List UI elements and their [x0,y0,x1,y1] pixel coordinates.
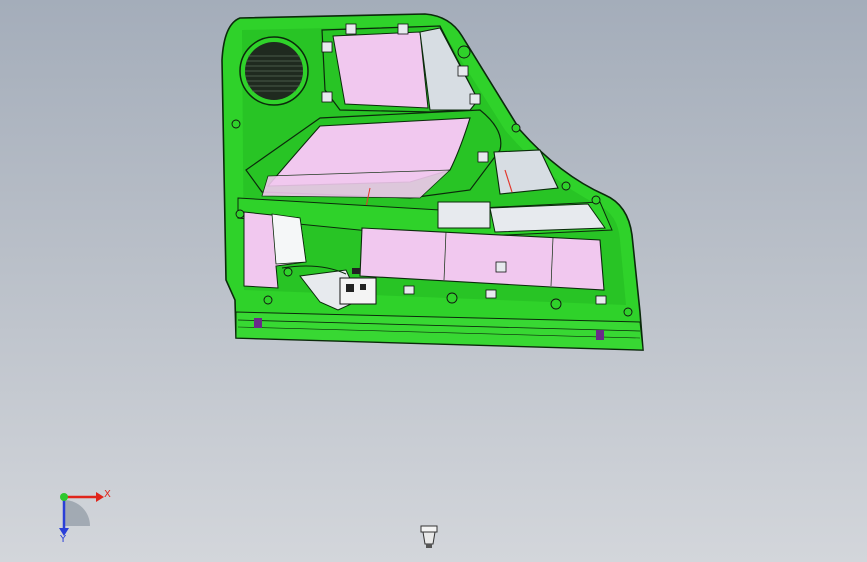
speaker-grille-icon [239,36,309,106]
view-compass-icon[interactable] [418,524,440,550]
rail-insert [489,203,606,233]
3d-viewport[interactable]: X Y [0,0,867,562]
door-trim-panel-model[interactable] [221,13,644,351]
coordinate-triad-icon[interactable]: X Y [59,489,111,545]
rail-block [437,201,491,229]
upper-pocket-panel [332,31,429,109]
x-axis-label: X [104,489,111,500]
x-axis-head [96,492,104,502]
y-axis-label: Y [59,534,67,545]
y-axis-dot [60,493,68,501]
handle-cavity [493,149,559,195]
